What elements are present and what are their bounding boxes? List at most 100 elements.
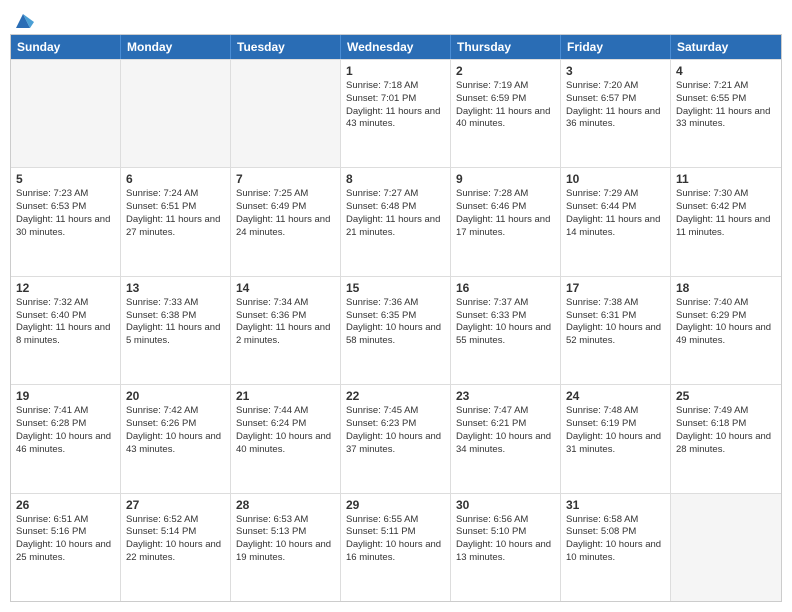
day-info: Sunrise: 6:56 AMSunset: 5:10 PMDaylight:… — [456, 514, 555, 565]
day-number: 7 — [236, 172, 335, 186]
header-day-sunday: Sunday — [11, 35, 121, 59]
day-info: Sunrise: 7:21 AMSunset: 6:55 PMDaylight:… — [676, 80, 776, 131]
day-number: 27 — [126, 498, 225, 512]
calendar-body: 1 Sunrise: 7:18 AMSunset: 7:01 PMDaylight… — [11, 59, 781, 601]
calendar-cell: 26 Sunrise: 6:51 AMSunset: 5:16 PMDayligh… — [11, 494, 121, 601]
logo-icon — [12, 10, 34, 32]
day-number: 11 — [676, 172, 776, 186]
day-number: 16 — [456, 281, 555, 295]
day-number: 30 — [456, 498, 555, 512]
calendar-cell — [671, 494, 781, 601]
day-info: Sunrise: 6:52 AMSunset: 5:14 PMDaylight:… — [126, 514, 225, 565]
calendar-cell: 16 Sunrise: 7:37 AMSunset: 6:33 PMDayligh… — [451, 277, 561, 384]
day-number: 20 — [126, 389, 225, 403]
calendar-cell: 11 Sunrise: 7:30 AMSunset: 6:42 PMDayligh… — [671, 168, 781, 275]
header-day-saturday: Saturday — [671, 35, 781, 59]
day-info: Sunrise: 7:19 AMSunset: 6:59 PMDaylight:… — [456, 80, 555, 131]
day-number: 12 — [16, 281, 115, 295]
calendar-week-2: 5 Sunrise: 7:23 AMSunset: 6:53 PMDaylight… — [11, 167, 781, 275]
calendar-cell: 24 Sunrise: 7:48 AMSunset: 6:19 PMDayligh… — [561, 385, 671, 492]
day-info: Sunrise: 7:23 AMSunset: 6:53 PMDaylight:… — [16, 188, 115, 239]
page: SundayMondayTuesdayWednesdayThursdayFrid… — [0, 0, 792, 612]
day-info: Sunrise: 7:36 AMSunset: 6:35 PMDaylight:… — [346, 297, 445, 348]
day-info: Sunrise: 7:44 AMSunset: 6:24 PMDaylight:… — [236, 405, 335, 456]
day-number: 14 — [236, 281, 335, 295]
day-info: Sunrise: 7:25 AMSunset: 6:49 PMDaylight:… — [236, 188, 335, 239]
calendar-cell: 25 Sunrise: 7:49 AMSunset: 6:18 PMDayligh… — [671, 385, 781, 492]
day-info: Sunrise: 6:55 AMSunset: 5:11 PMDaylight:… — [346, 514, 445, 565]
day-info: Sunrise: 7:32 AMSunset: 6:40 PMDaylight:… — [16, 297, 115, 348]
day-info: Sunrise: 7:45 AMSunset: 6:23 PMDaylight:… — [346, 405, 445, 456]
day-number: 8 — [346, 172, 445, 186]
calendar-cell: 28 Sunrise: 6:53 AMSunset: 5:13 PMDayligh… — [231, 494, 341, 601]
day-number: 13 — [126, 281, 225, 295]
day-number: 10 — [566, 172, 665, 186]
day-info: Sunrise: 7:27 AMSunset: 6:48 PMDaylight:… — [346, 188, 445, 239]
calendar-header: SundayMondayTuesdayWednesdayThursdayFrid… — [11, 35, 781, 59]
calendar-cell: 10 Sunrise: 7:29 AMSunset: 6:44 PMDayligh… — [561, 168, 671, 275]
calendar-cell: 14 Sunrise: 7:34 AMSunset: 6:36 PMDayligh… — [231, 277, 341, 384]
day-info: Sunrise: 7:48 AMSunset: 6:19 PMDaylight:… — [566, 405, 665, 456]
calendar-cell: 22 Sunrise: 7:45 AMSunset: 6:23 PMDayligh… — [341, 385, 451, 492]
calendar-cell: 7 Sunrise: 7:25 AMSunset: 6:49 PMDaylight… — [231, 168, 341, 275]
day-number: 29 — [346, 498, 445, 512]
day-number: 31 — [566, 498, 665, 512]
day-info: Sunrise: 6:51 AMSunset: 5:16 PMDaylight:… — [16, 514, 115, 565]
day-info: Sunrise: 6:58 AMSunset: 5:08 PMDaylight:… — [566, 514, 665, 565]
day-info: Sunrise: 7:38 AMSunset: 6:31 PMDaylight:… — [566, 297, 665, 348]
calendar-cell: 21 Sunrise: 7:44 AMSunset: 6:24 PMDayligh… — [231, 385, 341, 492]
calendar-cell: 27 Sunrise: 6:52 AMSunset: 5:14 PMDayligh… — [121, 494, 231, 601]
calendar-cell — [11, 60, 121, 167]
day-number: 5 — [16, 172, 115, 186]
day-number: 24 — [566, 389, 665, 403]
day-info: Sunrise: 7:24 AMSunset: 6:51 PMDaylight:… — [126, 188, 225, 239]
calendar-week-5: 26 Sunrise: 6:51 AMSunset: 5:16 PMDayligh… — [11, 493, 781, 601]
day-number: 25 — [676, 389, 776, 403]
calendar-cell — [121, 60, 231, 167]
calendar-cell: 13 Sunrise: 7:33 AMSunset: 6:38 PMDayligh… — [121, 277, 231, 384]
day-number: 19 — [16, 389, 115, 403]
day-number: 22 — [346, 389, 445, 403]
day-number: 6 — [126, 172, 225, 186]
day-info: Sunrise: 7:18 AMSunset: 7:01 PMDaylight:… — [346, 80, 445, 131]
calendar-cell: 5 Sunrise: 7:23 AMSunset: 6:53 PMDaylight… — [11, 168, 121, 275]
calendar-cell: 18 Sunrise: 7:40 AMSunset: 6:29 PMDayligh… — [671, 277, 781, 384]
calendar-week-4: 19 Sunrise: 7:41 AMSunset: 6:28 PMDayligh… — [11, 384, 781, 492]
logo — [10, 10, 34, 28]
day-number: 21 — [236, 389, 335, 403]
day-info: Sunrise: 7:40 AMSunset: 6:29 PMDaylight:… — [676, 297, 776, 348]
day-info: Sunrise: 7:34 AMSunset: 6:36 PMDaylight:… — [236, 297, 335, 348]
calendar-cell: 19 Sunrise: 7:41 AMSunset: 6:28 PMDayligh… — [11, 385, 121, 492]
calendar-week-3: 12 Sunrise: 7:32 AMSunset: 6:40 PMDayligh… — [11, 276, 781, 384]
calendar-cell: 1 Sunrise: 7:18 AMSunset: 7:01 PMDaylight… — [341, 60, 451, 167]
day-info: Sunrise: 7:33 AMSunset: 6:38 PMDaylight:… — [126, 297, 225, 348]
day-info: Sunrise: 7:49 AMSunset: 6:18 PMDaylight:… — [676, 405, 776, 456]
day-info: Sunrise: 7:41 AMSunset: 6:28 PMDaylight:… — [16, 405, 115, 456]
calendar-cell: 9Sunrise: 7:28 AMSunset: 6:46 PMDaylight… — [451, 168, 561, 275]
day-number: 17 — [566, 281, 665, 295]
day-info: Sunrise: 7:29 AMSunset: 6:44 PMDaylight:… — [566, 188, 665, 239]
calendar-cell: 20Sunrise: 7:42 AMSunset: 6:26 PMDayligh… — [121, 385, 231, 492]
day-info: Sunrise: 7:37 AMSunset: 6:33 PMDaylight:… — [456, 297, 555, 348]
calendar-cell — [231, 60, 341, 167]
calendar-cell: 3Sunrise: 7:20 AMSunset: 6:57 PMDaylight… — [561, 60, 671, 167]
header-day-thursday: Thursday — [451, 35, 561, 59]
header-day-wednesday: Wednesday — [341, 35, 451, 59]
day-number: 18 — [676, 281, 776, 295]
calendar-cell: 17 Sunrise: 7:38 AMSunset: 6:31 PMDayligh… — [561, 277, 671, 384]
calendar-cell: 6 Sunrise: 7:24 AMSunset: 6:51 PMDaylight… — [121, 168, 231, 275]
header-day-friday: Friday — [561, 35, 671, 59]
day-number: 1 — [346, 64, 445, 78]
day-number: 3 — [566, 64, 665, 78]
calendar-cell: 4 Sunrise: 7:21 AMSunset: 6:55 PMDaylight… — [671, 60, 781, 167]
calendar-cell: 12 Sunrise: 7:32 AMSunset: 6:40 PMDayligh… — [11, 277, 121, 384]
day-number: 26 — [16, 498, 115, 512]
day-number: 4 — [676, 64, 776, 78]
day-number: 23 — [456, 389, 555, 403]
day-number: 28 — [236, 498, 335, 512]
day-info: Sunrise: 6:53 AMSunset: 5:13 PMDaylight:… — [236, 514, 335, 565]
day-number: 2 — [456, 64, 555, 78]
calendar-cell: 23Sunrise: 7:47 AMSunset: 6:21 PMDayligh… — [451, 385, 561, 492]
header-day-tuesday: Tuesday — [231, 35, 341, 59]
day-info: Sunrise: 7:30 AMSunset: 6:42 PMDaylight:… — [676, 188, 776, 239]
